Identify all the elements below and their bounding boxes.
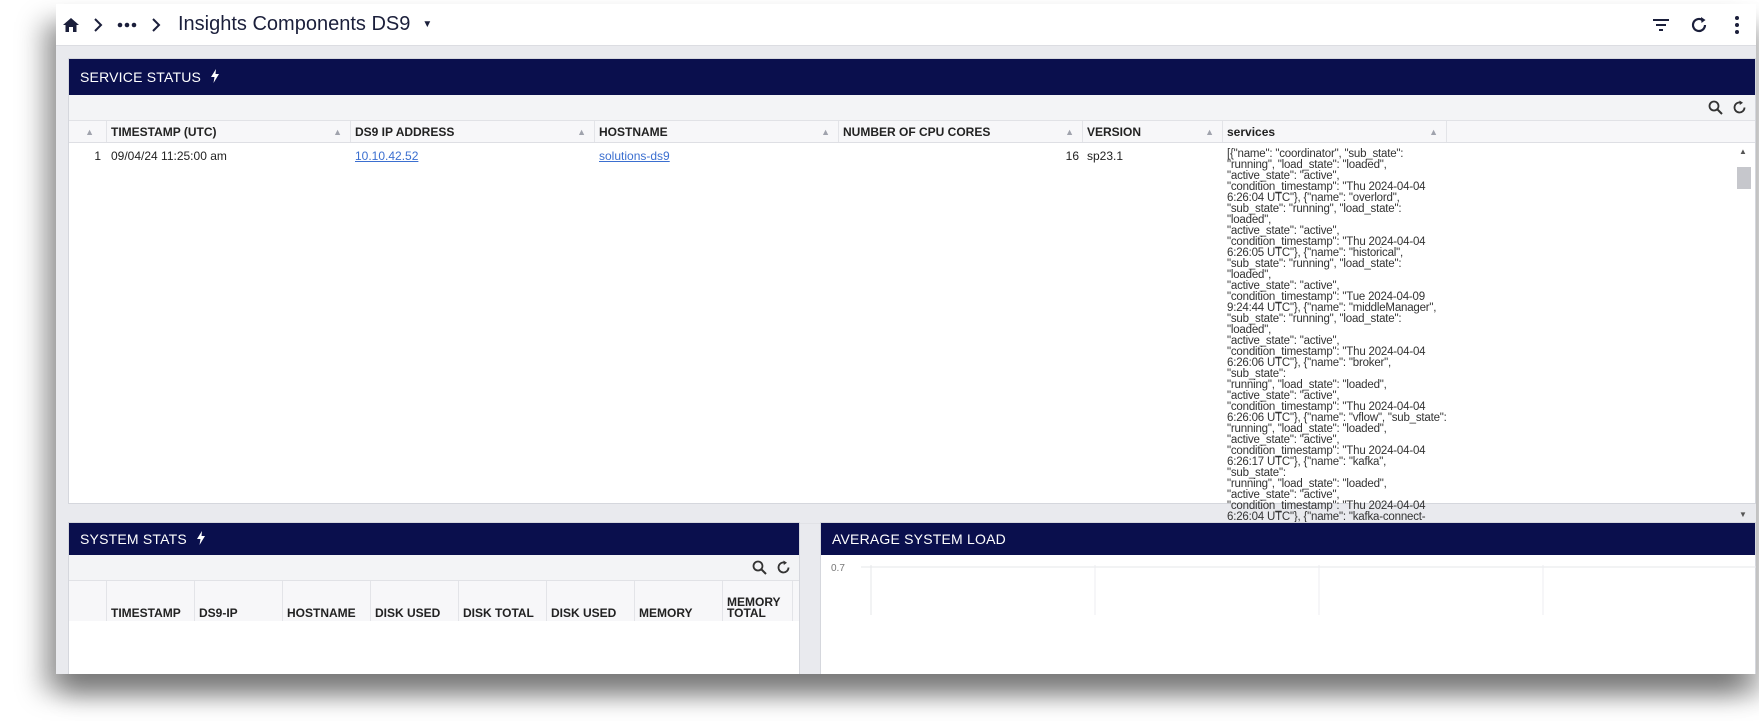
column-header-cpu-cores[interactable]: NUMBER OF CPU CORES ▲ bbox=[839, 121, 1083, 142]
caret-down-icon[interactable]: ▼ bbox=[422, 19, 432, 30]
sort-icon[interactable]: ▲ bbox=[1429, 127, 1438, 137]
column-header-ip[interactable]: DS9 IP ADDRESS ▲ bbox=[351, 121, 595, 142]
row-number-header bbox=[69, 581, 107, 621]
column-header-timestamp[interactable]: TIMESTAMP bbox=[107, 581, 195, 621]
panel-title: AVERAGE SYSTEM LOAD bbox=[832, 531, 1006, 547]
sort-icon[interactable]: ▲ bbox=[1205, 127, 1214, 137]
top-bar: Insights Components DS9 ▼ bbox=[56, 4, 1756, 46]
top-actions bbox=[1642, 4, 1756, 46]
chevron-right-icon bbox=[84, 17, 112, 32]
column-header-ds9-ip[interactable]: DS9-IP bbox=[195, 581, 283, 621]
table-header: TIMESTAMP DS9-IP HOSTNAME DISK USED DISK… bbox=[69, 581, 799, 621]
column-header-disk-used[interactable]: DISK USED bbox=[371, 581, 459, 621]
cell-timestamp: 09/04/24 11:25:00 am bbox=[111, 149, 227, 163]
panel-title: SERVICE STATUS bbox=[80, 69, 202, 85]
scroll-thumb[interactable] bbox=[1737, 167, 1751, 189]
row-number-header: ▲ bbox=[69, 121, 107, 142]
table-row[interactable]: 1 09/04/24 11:25:00 am 10.10.42.52 solut… bbox=[69, 143, 1755, 523]
load-chart: 0.7 bbox=[821, 555, 1756, 615]
sort-icon[interactable]: ▲ bbox=[577, 127, 586, 137]
column-header-memory-total[interactable]: MEMORY TOTAL bbox=[723, 581, 793, 621]
column-header-version[interactable]: VERSION ▲ bbox=[1083, 121, 1223, 142]
scroll-down-icon[interactable]: ▼ bbox=[1735, 510, 1751, 519]
desktop-background: Insights Components DS9 ▼ SERVICE STATUS bbox=[0, 0, 1759, 725]
cell-version: sp23.1 bbox=[1087, 149, 1124, 163]
reset-icon[interactable] bbox=[771, 560, 795, 575]
scroll-up-icon[interactable]: ▲ bbox=[1735, 147, 1751, 156]
column-header-disk-total[interactable]: DISK TOTAL bbox=[459, 581, 547, 621]
table-toolbar bbox=[69, 555, 799, 581]
sort-icon[interactable]: ▲ bbox=[821, 127, 830, 137]
column-header-memory[interactable]: MEMORY bbox=[635, 581, 723, 621]
refresh-icon[interactable] bbox=[1680, 15, 1718, 35]
panel-header: SERVICE STATUS bbox=[69, 59, 1755, 95]
table-header: ▲ TIMESTAMP (UTC) ▲ DS9 IP ADDRESS ▲ HOSTN… bbox=[69, 121, 1755, 143]
page-title[interactable]: Insights Components DS9 bbox=[178, 13, 410, 36]
app-window: Insights Components DS9 ▼ SERVICE STATUS bbox=[56, 4, 1756, 674]
cell-services: [{"name": "coordinator", "sub_state": "r… bbox=[1227, 148, 1447, 523]
sort-icon[interactable]: ▲ bbox=[1065, 127, 1074, 137]
vertical-scrollbar[interactable]: ▲ ▼ bbox=[1735, 143, 1751, 523]
search-icon[interactable] bbox=[1703, 100, 1727, 115]
table-toolbar bbox=[69, 95, 1755, 121]
system-stats-panel: SYSTEM STATS TIMESTAMP DS9-IP HOSTNAME D… bbox=[68, 522, 800, 674]
sort-icon[interactable]: ▲ bbox=[333, 127, 342, 137]
reset-icon[interactable] bbox=[1727, 100, 1751, 115]
filter-icon[interactable] bbox=[1642, 17, 1680, 33]
search-icon[interactable] bbox=[747, 560, 771, 575]
chart-grid bbox=[861, 565, 1756, 615]
service-status-panel: SERVICE STATUS ▲ TIMESTAMP (UTC) ▲ DS9 IP… bbox=[68, 58, 1756, 551]
column-header-timestamp[interactable]: TIMESTAMP (UTC) ▲ bbox=[107, 121, 351, 142]
column-header-services[interactable]: services ▲ bbox=[1223, 121, 1447, 142]
breadcrumb: Insights Components DS9 ▼ bbox=[56, 4, 432, 46]
table-body: 1 09/04/24 11:25:00 am 10.10.42.52 solut… bbox=[69, 143, 1755, 523]
cell-hostname-link[interactable]: solutions-ds9 bbox=[599, 149, 670, 163]
row-number: 1 bbox=[94, 149, 101, 163]
lightning-icon bbox=[211, 68, 220, 86]
cell-cpu-cores: 16 bbox=[1065, 149, 1079, 163]
lightning-icon bbox=[196, 530, 205, 548]
home-icon[interactable] bbox=[58, 16, 84, 34]
cell-ip-link[interactable]: 10.10.42.52 bbox=[355, 149, 418, 163]
average-system-load-panel: AVERAGE SYSTEM LOAD 0.7 bbox=[820, 522, 1756, 674]
kebab-menu-icon[interactable] bbox=[1718, 15, 1756, 35]
panel-header: AVERAGE SYSTEM LOAD bbox=[821, 523, 1755, 555]
column-header-hostname[interactable]: HOSTNAME bbox=[283, 581, 371, 621]
more-horizontal-icon[interactable] bbox=[112, 22, 142, 28]
column-header-disk-used-pct[interactable]: DISK USED bbox=[547, 581, 635, 621]
sort-icon[interactable]: ▲ bbox=[85, 127, 94, 137]
panel-title: SYSTEM STATS bbox=[80, 531, 187, 547]
panel-header: SYSTEM STATS bbox=[69, 523, 799, 555]
chevron-right-icon bbox=[142, 17, 170, 32]
column-header-hostname[interactable]: HOSTNAME ▲ bbox=[595, 121, 839, 142]
